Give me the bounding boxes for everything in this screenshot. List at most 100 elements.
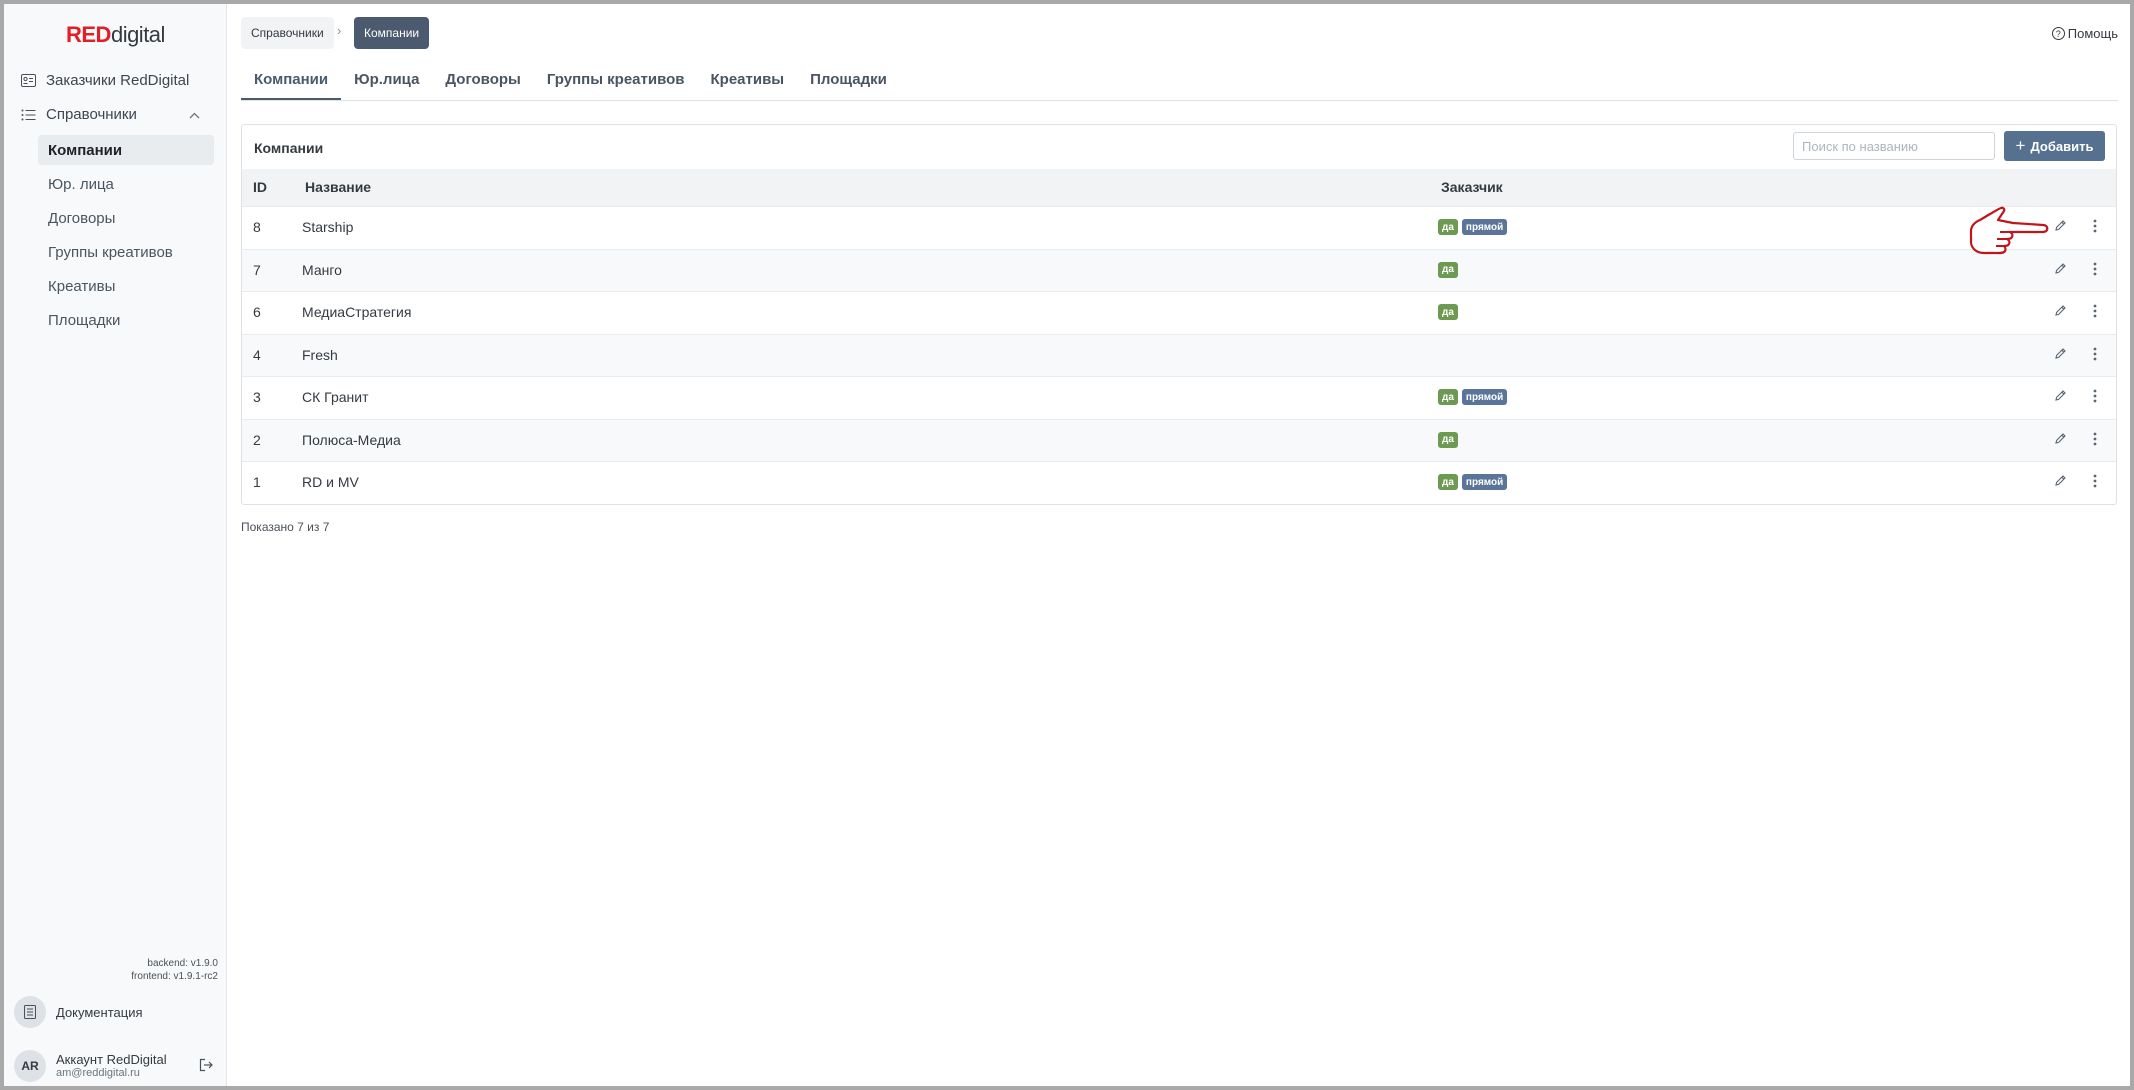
account-block: AR Аккаунт RedDigital am@reddigital.ru bbox=[14, 1050, 219, 1082]
table-row[interactable]: 6 МедиаСтратегия да bbox=[242, 291, 2116, 333]
row-name: Starship bbox=[302, 219, 354, 235]
row-badges: да bbox=[1438, 261, 1458, 278]
row-id: 1 bbox=[253, 474, 261, 490]
more-vertical-icon[interactable] bbox=[2086, 474, 2104, 492]
row-name: Манго bbox=[302, 261, 342, 278]
version-info: backend: v1.9.0 frontend: v1.9.1-rc2 bbox=[131, 957, 218, 983]
search-input[interactable] bbox=[1793, 132, 1995, 160]
document-icon bbox=[14, 996, 46, 1028]
column-header-name[interactable]: Название bbox=[305, 179, 371, 195]
row-id: 4 bbox=[253, 346, 261, 363]
row-name: СК Гранит bbox=[302, 389, 369, 405]
more-vertical-icon[interactable] bbox=[2086, 304, 2104, 322]
chevron-up-icon[interactable] bbox=[189, 108, 200, 122]
more-vertical-icon[interactable] bbox=[2086, 347, 2104, 365]
direct-badge: прямой bbox=[1461, 389, 1508, 405]
id-card-icon bbox=[20, 73, 36, 89]
row-id: 3 bbox=[253, 389, 261, 405]
row-badges: да bbox=[1438, 431, 1458, 448]
pointing-hand-icon bbox=[1968, 206, 2050, 261]
sidebar: REDdigital Заказчики RedDigital Справочн… bbox=[4, 4, 227, 1086]
customer-yes-badge: да bbox=[1438, 261, 1458, 278]
table-row[interactable]: 1 RD и MV да прямой bbox=[242, 461, 2116, 503]
list-icon bbox=[20, 107, 36, 123]
card-title: Компании bbox=[254, 140, 324, 156]
row-badges: да прямой bbox=[1438, 389, 1508, 405]
sidebar-item-label: Заказчики RedDigital bbox=[46, 72, 190, 89]
sidebar-subitem-creatives[interactable]: Креативы bbox=[38, 271, 214, 301]
companies-card: Компании + Добавить ID Название Заказчик… bbox=[241, 124, 2117, 505]
customer-yes-badge: да bbox=[1438, 431, 1458, 448]
edit-icon[interactable] bbox=[2054, 219, 2072, 237]
table-row[interactable]: 7 Манго да bbox=[242, 248, 2116, 291]
sidebar-item-label: Справочники bbox=[46, 106, 137, 123]
tab-creatives[interactable]: Креативы bbox=[698, 60, 798, 100]
table-row[interactable]: 8 Starship да прямой bbox=[242, 206, 2116, 248]
sidebar-subitem-contracts[interactable]: Договоры bbox=[38, 203, 214, 233]
table-row[interactable]: 3 СК Гранит да прямой bbox=[242, 376, 2116, 418]
row-badges: да прямой bbox=[1438, 219, 1508, 235]
help-label: Помощь bbox=[2067, 26, 2118, 41]
sidebar-subitem-legal-entities[interactable]: Юр. лица bbox=[38, 169, 214, 199]
customer-yes-badge: да bbox=[1438, 304, 1458, 320]
breadcrumb-references[interactable]: Справочники bbox=[241, 17, 334, 49]
customer-yes-badge: да bbox=[1438, 389, 1458, 405]
table-header: ID Название Заказчик bbox=[242, 169, 2116, 206]
row-badges: да bbox=[1438, 304, 1458, 320]
breadcrumb-companies[interactable]: Компании bbox=[354, 17, 430, 49]
frontend-version: frontend: v1.9.1-rc2 bbox=[131, 971, 218, 982]
sidebar-item-customers[interactable]: Заказчики RedDigital bbox=[20, 72, 189, 89]
account-email: am@reddigital.ru bbox=[56, 1067, 140, 1079]
direct-badge: прямой bbox=[1461, 474, 1508, 490]
row-name: Fresh bbox=[302, 346, 338, 363]
help-link[interactable]: ? Помощь bbox=[2051, 26, 2118, 41]
more-vertical-icon[interactable] bbox=[2086, 389, 2104, 407]
edit-icon[interactable] bbox=[2054, 262, 2072, 280]
edit-icon[interactable] bbox=[2054, 474, 2072, 492]
documentation-label: Документация bbox=[56, 1004, 143, 1020]
sidebar-item-references[interactable]: Справочники bbox=[20, 106, 220, 123]
row-id: 8 bbox=[253, 219, 261, 235]
plus-icon: + bbox=[2015, 136, 2026, 155]
more-vertical-icon[interactable] bbox=[2086, 262, 2104, 280]
tab-companies[interactable]: Компании bbox=[241, 60, 342, 100]
edit-icon[interactable] bbox=[2054, 432, 2072, 450]
pagination-info: Показано 7 из 7 bbox=[241, 520, 330, 534]
backend-version: backend: v1.9.0 bbox=[147, 958, 218, 969]
table-row[interactable]: 2 Полюса-Медиа да bbox=[242, 418, 2116, 461]
tab-contracts[interactable]: Договоры bbox=[432, 60, 533, 100]
add-button[interactable]: + Добавить bbox=[2004, 131, 2105, 161]
table-row[interactable]: 4 Fresh bbox=[242, 333, 2116, 376]
column-header-id[interactable]: ID bbox=[253, 179, 267, 195]
row-name: МедиаСтратегия bbox=[302, 304, 412, 320]
tab-creative-groups[interactable]: Группы креативов bbox=[534, 60, 698, 100]
more-vertical-icon[interactable] bbox=[2086, 219, 2104, 237]
add-button-label: Добавить bbox=[2030, 138, 2094, 154]
customer-yes-badge: да bbox=[1438, 474, 1458, 490]
tab-legal-entities[interactable]: Юр.лица bbox=[341, 60, 432, 100]
row-badges: да прямой bbox=[1438, 474, 1508, 490]
sidebar-subitem-companies[interactable]: Компании bbox=[38, 135, 214, 165]
row-name: Полюса-Медиа bbox=[302, 431, 401, 448]
direct-badge: прямой bbox=[1461, 219, 1508, 235]
logout-icon[interactable] bbox=[199, 1058, 213, 1077]
column-header-customer[interactable]: Заказчик bbox=[1441, 179, 1503, 195]
app-logo[interactable]: REDdigital bbox=[66, 22, 165, 48]
documentation-link[interactable]: Документация bbox=[14, 996, 143, 1028]
tab-platforms[interactable]: Площадки bbox=[797, 60, 900, 100]
sidebar-subitem-platforms[interactable]: Площадки bbox=[38, 305, 214, 335]
tabs: Компании Юр.лица Договоры Группы креатив… bbox=[241, 60, 2118, 101]
row-id: 7 bbox=[253, 261, 261, 278]
edit-icon[interactable] bbox=[2054, 347, 2072, 365]
edit-icon[interactable] bbox=[2054, 304, 2072, 322]
row-name: RD и MV bbox=[302, 474, 359, 490]
sidebar-subitem-creative-groups[interactable]: Группы креативов bbox=[38, 237, 214, 267]
breadcrumb-separator-icon: › bbox=[337, 23, 342, 38]
avatar[interactable]: AR bbox=[14, 1050, 46, 1082]
more-vertical-icon[interactable] bbox=[2086, 432, 2104, 450]
row-id: 6 bbox=[253, 304, 261, 320]
edit-icon[interactable] bbox=[2054, 389, 2072, 407]
row-id: 2 bbox=[253, 431, 261, 448]
customer-yes-badge: да bbox=[1438, 219, 1458, 235]
account-name: Аккаунт RedDigital bbox=[56, 1052, 167, 1067]
